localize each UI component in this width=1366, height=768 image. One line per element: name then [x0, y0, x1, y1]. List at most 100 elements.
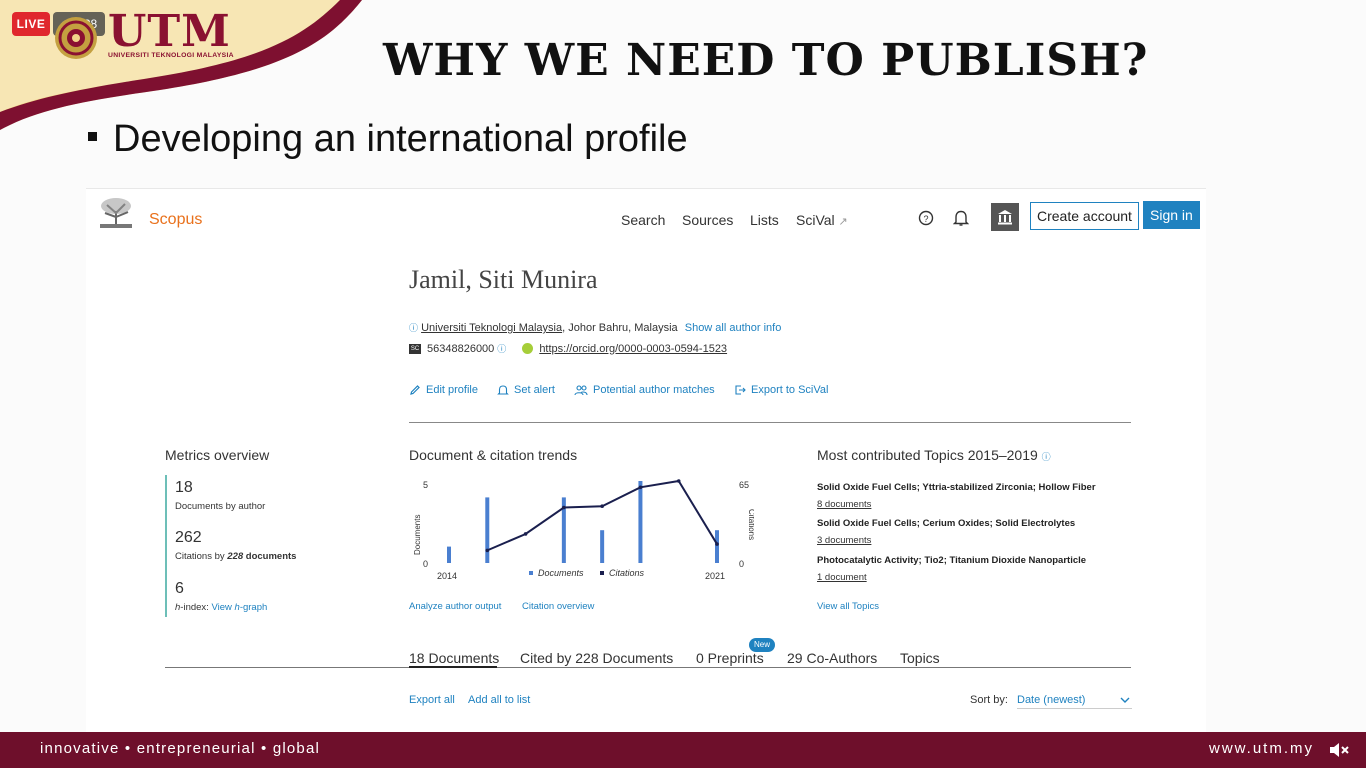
bullet-square-icon	[88, 132, 97, 142]
utm-emblem-icon	[55, 17, 97, 59]
author-id-info-icon[interactable]: ⓘ	[497, 342, 506, 355]
export-icon	[735, 385, 746, 395]
edit-profile-link[interactable]: Edit profile	[409, 384, 478, 396]
topic-title[interactable]: Photocatalytic Activity; Tio2; Titanium …	[817, 555, 1086, 566]
topic-title[interactable]: Solid Oxide Fuel Cells; Cerium Oxides; S…	[817, 518, 1075, 529]
nav-scival[interactable]: SciVal ↗	[796, 212, 848, 228]
topic-count-link[interactable]: 1 document	[817, 572, 867, 583]
orcid-icon	[522, 343, 534, 354]
svg-text:?: ?	[923, 214, 928, 224]
document-bar	[638, 481, 643, 563]
logo-subtitle: UNIVERSITI TEKNOLOGI MALAYSIA	[108, 52, 234, 59]
y-tick-label: 5	[423, 480, 428, 490]
new-badge: New	[749, 638, 776, 652]
potential-author-matches-label: Potential author matches	[593, 384, 715, 396]
h-link-prefix: View	[211, 602, 235, 613]
topics-info-icon[interactable]: ⓘ	[1042, 452, 1051, 462]
document-citation-chart: 50650Documents Citations2014 2021Documents…	[413, 479, 754, 581]
show-all-author-info-link[interactable]: Show all author info	[685, 322, 782, 334]
sort-label: Sort by:	[970, 694, 1008, 706]
tab-documents[interactable]: 18 Documents	[409, 650, 499, 666]
sort-select[interactable]: Date (newest)	[1017, 694, 1132, 709]
h-index-label-rest: -index:	[180, 602, 209, 613]
utm-logo: UTM UNIVERSITI TEKNOLOGI MALAYSIA	[108, 6, 234, 60]
export-all-link[interactable]: Export all	[409, 694, 455, 706]
documents-label: Documents by author	[175, 501, 266, 512]
nav-sources[interactable]: Sources	[682, 212, 733, 228]
sort-value: Date (newest)	[1017, 694, 1086, 706]
author-affiliation: ⓘ Universiti Teknologi Malaysia, Johor B…	[409, 321, 781, 334]
documents-count: 18	[175, 479, 193, 496]
citations-label-prefix: Citations by	[175, 551, 228, 562]
legend-documents-label: Documents	[538, 568, 584, 578]
topic-count-link[interactable]: 3 documents	[817, 535, 871, 546]
potential-author-matches-link[interactable]: Potential author matches	[574, 384, 715, 396]
export-to-scival-link[interactable]: Export to SciVal	[734, 384, 828, 396]
scopus-brand[interactable]: Scopus	[149, 211, 202, 229]
info-icon[interactable]: ⓘ	[409, 323, 418, 333]
logo-wordmark: UTM	[108, 6, 231, 57]
bell-icon[interactable]	[953, 209, 969, 227]
citation-point	[638, 485, 643, 490]
topics-heading: Most contributed Topics 2015–2019 ⓘ	[817, 447, 1051, 463]
citation-overview-link[interactable]: Citation overview	[522, 601, 594, 612]
footer-url: www.utm.my	[1208, 740, 1314, 757]
mute-icon[interactable]	[1328, 740, 1352, 760]
help-icon[interactable]: ?	[918, 210, 934, 226]
footer-tagline: innovative • entrepreneurial • global	[40, 740, 321, 757]
citation-point	[600, 504, 604, 509]
citation-point	[562, 505, 566, 510]
chevron-down-icon	[1120, 697, 1130, 703]
divider	[409, 422, 1131, 423]
tab-co-authors[interactable]: 29 Co-Authors	[787, 650, 877, 666]
nav-lists[interactable]: Lists	[750, 212, 779, 228]
add-all-to-list-link[interactable]: Add all to list	[468, 694, 530, 706]
live-badge: LIVE	[12, 12, 50, 36]
people-icon	[574, 385, 588, 396]
affiliation-link[interactable]: Universiti Teknologi Malaysia	[421, 322, 562, 334]
create-account-button[interactable]: Create account	[1030, 202, 1139, 230]
author-identifiers: SC 56348826000 ⓘ https://orcid.org/0000-…	[409, 342, 727, 355]
document-bar	[485, 497, 490, 563]
legend-documents-swatch	[529, 571, 533, 575]
citation-point	[676, 479, 681, 483]
topic-title[interactable]: Solid Oxide Fuel Cells; Yttria-stabilize…	[817, 482, 1096, 493]
sign-in-button[interactable]: Sign in	[1143, 201, 1200, 229]
slide-title: WHY WE NEED TO PUBLISH?	[383, 35, 1149, 86]
affiliation-location: , Johor Bahru, Malaysia	[562, 322, 678, 334]
institution-icon	[998, 210, 1012, 225]
view-h-graph-link[interactable]: View h-graph	[211, 602, 267, 613]
export-to-scival-label: Export to SciVal	[751, 384, 829, 396]
topic-count-link[interactable]: 8 documents	[817, 499, 871, 510]
document-bar	[715, 530, 719, 563]
citations-count: 262	[175, 529, 202, 546]
metrics-heading: Metrics overview	[165, 447, 270, 463]
h-link-suffix: -graph	[239, 602, 268, 613]
legend-citations-label: Citations	[609, 568, 645, 578]
set-alert-label: Set alert	[514, 384, 555, 396]
active-tab-underline	[409, 666, 497, 668]
citations-label-num: 228	[227, 551, 244, 562]
nav-search[interactable]: Search	[621, 212, 665, 228]
institution-button[interactable]	[991, 203, 1019, 231]
set-alert-link[interactable]: Set alert	[497, 384, 555, 396]
tab-preprints[interactable]: 0 Preprints	[696, 650, 764, 666]
view-all-topics-link[interactable]: View all Topics	[817, 601, 879, 612]
nav-scival-label: SciVal	[796, 212, 835, 228]
tab-topics[interactable]: Topics	[900, 650, 940, 666]
slide-footer: innovative • entrepreneurial • global ww…	[0, 732, 1366, 768]
h-index-value: 6	[175, 580, 184, 597]
legend-citations-swatch	[600, 571, 604, 575]
x-tick-label: 2014	[437, 571, 457, 581]
citation-point	[485, 548, 490, 553]
orcid-link[interactable]: https://orcid.org/0000-0003-0594-1523	[539, 343, 727, 355]
h-index-label: h-index: View h-graph	[175, 602, 267, 613]
document-bar	[600, 530, 605, 563]
topics-heading-text: Most contributed Topics 2015–2019	[817, 447, 1038, 463]
bullet-text: Developing an international profile	[113, 118, 688, 160]
document-bar	[447, 546, 451, 563]
tab-cited-by[interactable]: Cited by 228 Documents	[520, 650, 673, 666]
edit-profile-label: Edit profile	[426, 384, 478, 396]
analyze-author-output-link[interactable]: Analyze author output	[409, 601, 501, 612]
y2-axis-label: Citations	[747, 509, 754, 540]
